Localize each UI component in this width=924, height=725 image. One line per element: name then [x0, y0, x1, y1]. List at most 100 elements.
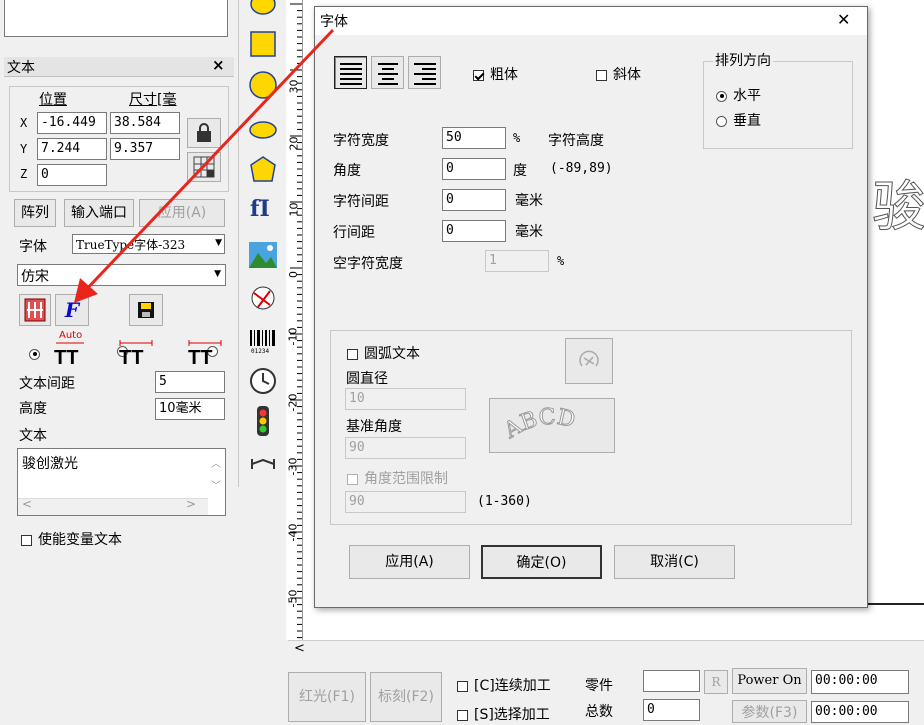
- grid-button[interactable]: [187, 152, 221, 182]
- svg-text:TT: TT: [54, 347, 78, 366]
- vector-import-tool-icon[interactable]: [248, 283, 278, 313]
- mark-button[interactable]: 标刻(F2): [370, 672, 442, 722]
- params-button[interactable]: 参数(F3): [732, 700, 807, 723]
- clock-tool-icon[interactable]: [248, 366, 278, 396]
- direction-group: [703, 61, 853, 149]
- power-on-button[interactable]: Power On: [732, 668, 807, 694]
- circle-tool-icon[interactable]: [248, 70, 278, 100]
- char-spacing-field[interactable]: 0: [442, 189, 506, 211]
- apply-button[interactable]: 应用(A): [349, 545, 470, 579]
- select-checkbox[interactable]: [457, 709, 468, 721]
- arc-text-checkbox[interactable]: [347, 348, 358, 360]
- parts-field[interactable]: [643, 670, 700, 692]
- ellipse-tool-icon[interactable]: [248, 0, 278, 18]
- chevron-down-icon: ▼: [214, 269, 221, 279]
- horizontal-radio[interactable]: [716, 90, 727, 102]
- input-port-button[interactable]: 输入端口: [64, 199, 134, 227]
- continuous-checkbox-row[interactable]: [C]连续加工: [457, 675, 551, 695]
- char-width-field[interactable]: 50: [442, 127, 506, 149]
- lock-button[interactable]: [187, 118, 221, 148]
- text-tool-icon[interactable]: fI: [250, 196, 270, 222]
- angle-field[interactable]: 0: [442, 158, 506, 180]
- h-scrollbar[interactable]: < >: [18, 497, 208, 515]
- y-position-field[interactable]: 7.244: [37, 138, 107, 160]
- continuous-checkbox[interactable]: [457, 680, 468, 692]
- pos-header: 位置: [39, 92, 67, 108]
- angle-limit-checkbox[interactable]: [347, 473, 358, 485]
- scroll-up-icon[interactable]: ︿: [211, 455, 221, 470]
- arc-diameter-field[interactable]: 10: [345, 388, 466, 410]
- arc-text-checkbox-row[interactable]: 圆弧文本: [347, 343, 420, 363]
- extend-tool-icon[interactable]: [248, 456, 278, 472]
- scroll-right-icon[interactable]: >: [186, 497, 196, 511]
- text-spacing-field[interactable]: 5: [155, 371, 225, 393]
- font-name-select[interactable]: 仿宋 ▼: [17, 264, 226, 286]
- align-left-button[interactable]: [334, 56, 367, 89]
- bold-checkbox-row[interactable]: 粗体: [473, 64, 518, 84]
- total-field[interactable]: 0: [643, 699, 700, 721]
- font-settings-button[interactable]: F: [55, 294, 89, 326]
- ruler-label: -40: [286, 523, 300, 542]
- space-width-field[interactable]: 1: [485, 250, 549, 272]
- scroll-left-icon[interactable]: <: [294, 641, 305, 656]
- close-icon[interactable]: ✕: [837, 10, 850, 29]
- variable-text-checkbox[interactable]: [21, 534, 32, 546]
- apply-button-left[interactable]: 应用(A): [139, 199, 225, 227]
- text-content-area[interactable]: 骏创激光 ︿ ﹀ < >: [17, 448, 226, 516]
- height-field[interactable]: 10毫米: [155, 398, 225, 420]
- angle-limit-field[interactable]: 90: [345, 491, 466, 513]
- tt-auto-icon: TT: [54, 342, 84, 366]
- align-center-button[interactable]: [371, 56, 404, 89]
- align-right-button[interactable]: [408, 56, 441, 89]
- vertical-radio-row[interactable]: 垂直: [716, 110, 761, 130]
- angle-range: (-89,89): [550, 161, 613, 176]
- vertical-radio[interactable]: [716, 115, 727, 127]
- red-light-button[interactable]: 红光(F1): [288, 672, 366, 722]
- arc-sample-button[interactable]: ABCD: [489, 398, 615, 453]
- angle-limit-checkbox-row[interactable]: 角度范围限制: [347, 468, 448, 488]
- barcode-tool-icon[interactable]: 01234: [248, 328, 278, 354]
- text-label: 文本: [19, 428, 47, 444]
- array-button[interactable]: 阵列: [14, 199, 56, 227]
- left-top-box: [4, 0, 228, 37]
- align-right-icon: [413, 63, 436, 85]
- polygon-tool-icon[interactable]: [248, 155, 278, 185]
- x-position-field[interactable]: -16.449: [37, 112, 107, 134]
- angle-unit: 度: [513, 163, 527, 179]
- chevron-down-icon: ▼: [215, 238, 222, 248]
- ruler-label: -10: [286, 327, 300, 346]
- font-type-select[interactable]: TrueType字体-323 ▼: [72, 234, 225, 254]
- y-size-field[interactable]: 9.357: [110, 138, 180, 160]
- variable-text-checkbox-row[interactable]: 使能变量文本: [21, 529, 122, 549]
- x-size-field[interactable]: 38.584: [110, 112, 180, 134]
- image-tool-icon[interactable]: [248, 241, 278, 269]
- rectangle-tool-icon[interactable]: [248, 29, 278, 59]
- line-spacing-field[interactable]: 0: [442, 220, 506, 242]
- font-label: 字体: [19, 239, 47, 255]
- ok-button[interactable]: 确定(O): [481, 545, 602, 579]
- align-left-radio[interactable]: [29, 348, 40, 360]
- scroll-left-icon[interactable]: <: [22, 497, 32, 511]
- io-light-tool-icon[interactable]: [248, 405, 278, 437]
- reset-button[interactable]: R: [704, 670, 728, 694]
- font-library-button[interactable]: [19, 294, 51, 326]
- scroll-down-icon[interactable]: ﹀: [211, 477, 221, 492]
- base-angle-field[interactable]: 90: [345, 437, 466, 459]
- bold-checkbox[interactable]: [473, 69, 484, 81]
- ellipse-tool-2-icon[interactable]: [248, 118, 278, 142]
- arc-preview-button[interactable]: [565, 338, 613, 384]
- z-position-field[interactable]: 0: [37, 164, 107, 186]
- text-panel-close-icon[interactable]: ×: [212, 56, 225, 74]
- italic-checkbox[interactable]: [596, 69, 607, 81]
- font-type-value: TrueType字体-323: [76, 238, 186, 252]
- canvas-scrollbar[interactable]: <: [288, 640, 924, 659]
- svg-text:TT: TT: [188, 347, 212, 366]
- align-center-icon: [377, 63, 398, 85]
- select-checkbox-row[interactable]: [S]选择加工: [457, 704, 550, 724]
- svg-text:TT: TT: [119, 347, 143, 366]
- horizontal-radio-row[interactable]: 水平: [716, 85, 761, 105]
- char-spacing-unit: 毫米: [515, 193, 543, 209]
- italic-checkbox-row[interactable]: 斜体: [596, 64, 641, 84]
- cancel-button[interactable]: 取消(C): [614, 545, 735, 579]
- save-font-button[interactable]: [129, 294, 163, 326]
